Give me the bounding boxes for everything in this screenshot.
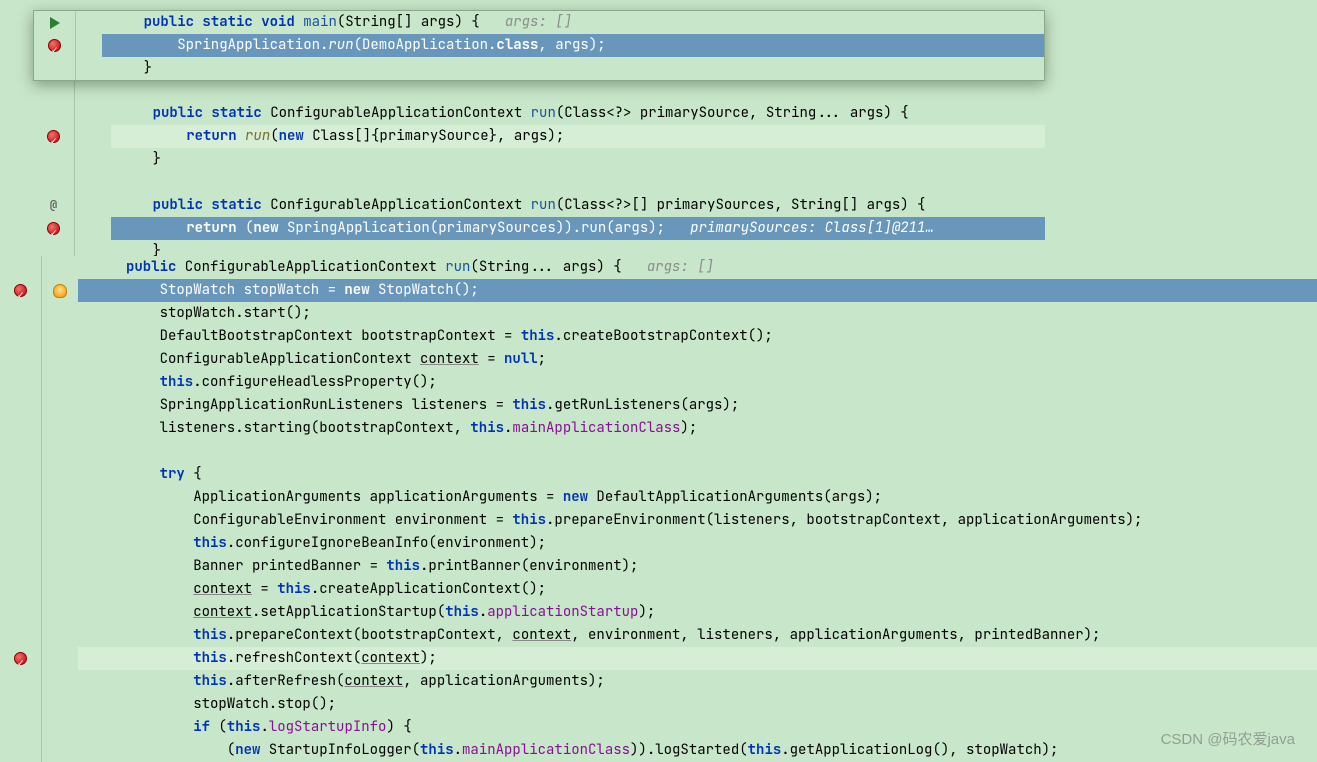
popup-gutter [34, 11, 76, 80]
code-line[interactable]: public static ConfigurableApplicationCon… [111, 194, 1045, 217]
code-line[interactable]: listeners.starting(bootstrapContext, thi… [78, 417, 1317, 440]
code-line[interactable]: public static void main(String[] args) {… [102, 11, 1044, 34]
code-line[interactable]: context.setApplicationStartup(this.appli… [78, 601, 1317, 624]
code-line[interactable]: this.prepareContext(bootstrapContext, co… [78, 624, 1317, 647]
code-line[interactable]: try { [78, 463, 1317, 486]
popup-fold-gutter [76, 11, 102, 80]
breakpoint-icon[interactable] [47, 222, 60, 235]
breakpoint-icon[interactable] [47, 130, 60, 143]
main-fold-gutter [42, 256, 78, 762]
code-line[interactable]: this.afterRefresh(context, applicationAr… [78, 670, 1317, 693]
code-line[interactable]: this.configureHeadlessProperty(); [78, 371, 1317, 394]
call-stack-popup: public static void main(String[] args) {… [33, 10, 1045, 81]
code-line[interactable]: return (new SpringApplication(primarySou… [111, 217, 1045, 240]
code-line[interactable]: public static ConfigurableApplicationCon… [111, 102, 1045, 125]
code-line[interactable]: ApplicationArguments applicationArgument… [78, 486, 1317, 509]
code-line[interactable]: stopWatch.start(); [78, 302, 1317, 325]
code-line[interactable]: this.refreshContext(context); [78, 647, 1317, 670]
bulb-icon[interactable] [53, 284, 67, 298]
main-gutter [0, 256, 42, 762]
code-line[interactable]: stopWatch.stop(); [78, 693, 1317, 716]
breakpoint-icon[interactable] [14, 652, 27, 665]
code-line[interactable]: } [102, 57, 1044, 80]
code-line[interactable]: SpringApplication.run(DemoApplication.cl… [102, 34, 1044, 57]
code-line[interactable] [111, 171, 1045, 194]
code-line[interactable] [111, 79, 1045, 102]
code-line[interactable]: Banner printedBanner = this.printBanner(… [78, 555, 1317, 578]
code-line[interactable] [78, 440, 1317, 463]
code-line[interactable]: DefaultBootstrapContext bootstrapContext… [78, 325, 1317, 348]
code-line[interactable]: (new StartupInfoLogger(this.mainApplicat… [78, 739, 1317, 762]
code-line[interactable]: return run(new Class[]{primarySource}, a… [111, 125, 1045, 148]
popup-code[interactable]: public static void main(String[] args) {… [102, 11, 1044, 80]
code-line[interactable]: if (this.logStartupInfo) { [78, 716, 1317, 739]
code-line[interactable]: SpringApplicationRunListeners listeners … [78, 394, 1317, 417]
code-line[interactable]: StopWatch stopWatch = new StopWatch(); [78, 279, 1317, 302]
breakpoint-icon[interactable] [14, 284, 27, 297]
code-line[interactable]: ConfigurableApplicationContext context =… [78, 348, 1317, 371]
main-editor: public ConfigurableApplicationContext ru… [0, 256, 1317, 762]
main-code[interactable]: public ConfigurableApplicationContext ru… [78, 256, 1317, 762]
code-line[interactable]: this.configureIgnoreBeanInfo(environment… [78, 532, 1317, 555]
code-line[interactable]: context = this.createApplicationContext(… [78, 578, 1317, 601]
override-icon[interactable]: @ [50, 194, 57, 217]
breakpoint-icon[interactable] [48, 39, 61, 52]
code-line[interactable]: } [111, 148, 1045, 171]
code-line[interactable]: public ConfigurableApplicationContext ru… [78, 256, 1317, 279]
run-icon[interactable] [50, 17, 60, 29]
code-line[interactable]: ConfigurableEnvironment environment = th… [78, 509, 1317, 532]
